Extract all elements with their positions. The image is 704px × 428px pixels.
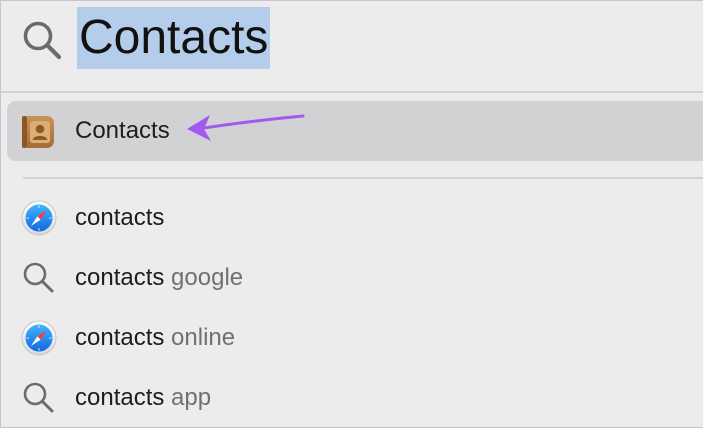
spotlight-panel: Contacts Contacts contacts contacts goog… (0, 0, 703, 428)
annotation-arrow (187, 114, 305, 141)
top-hit-contacts[interactable]: Contacts (7, 101, 703, 161)
suggestion-row[interactable]: contacts online (1, 308, 703, 368)
search-divider (1, 91, 703, 93)
search-query-text[interactable]: Contacts (77, 7, 271, 69)
contacts-app-icon (22, 116, 54, 148)
suggestion-label: contacts app (75, 384, 212, 411)
section-divider (23, 177, 703, 179)
search-icon (23, 262, 54, 293)
spotlight-search-bar[interactable]: Contacts (1, 1, 703, 81)
safari-icon (21, 200, 57, 236)
suggestion-label: contacts (75, 204, 165, 231)
suggestion-row[interactable]: contacts (1, 188, 703, 248)
suggestion-label: contacts google (75, 264, 244, 291)
search-icon (23, 21, 62, 60)
suggestion-row[interactable]: contacts google (1, 248, 703, 308)
suggestion-row[interactable]: contacts app (1, 368, 703, 427)
suggestion-label: contacts online (75, 324, 236, 351)
safari-icon (21, 320, 57, 356)
search-icon (23, 382, 54, 413)
top-hit-label: Contacts (75, 117, 170, 144)
